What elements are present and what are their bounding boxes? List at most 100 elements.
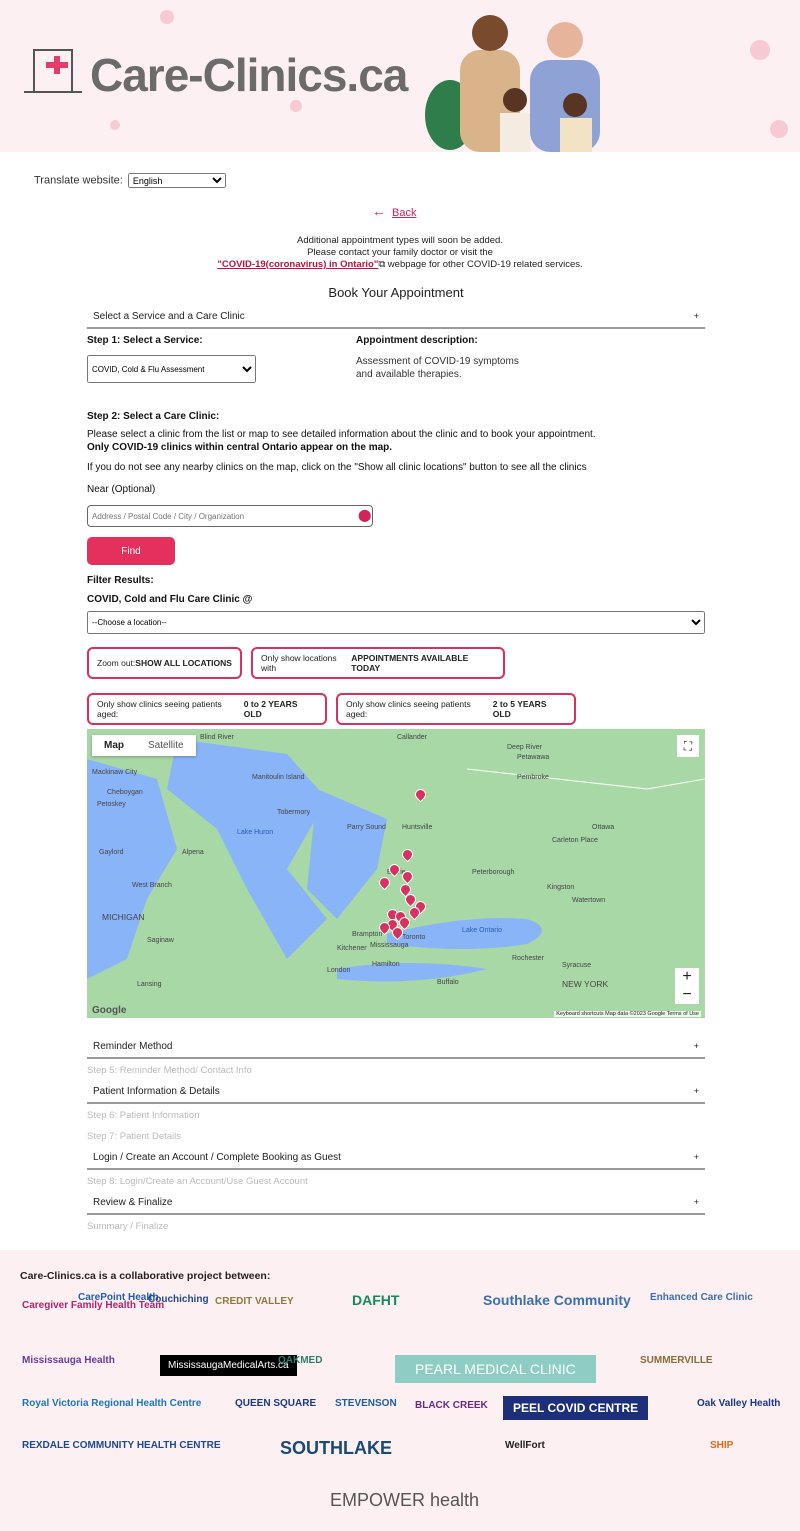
map-label: Lake Ontario <box>462 927 503 934</box>
accordion-section[interactable]: Login / Create an Account / Complete Boo… <box>87 1148 705 1170</box>
map-label: NEW YORK <box>562 979 609 989</box>
accordion-section[interactable]: Patient Information & Details + <box>87 1082 705 1104</box>
map-label: Toronto <box>402 934 426 941</box>
partner-logo[interactable]: PEEL COVID CENTRE <box>503 1396 649 1420</box>
partner-logo[interactable]: EMPOWER health <box>330 1490 479 1511</box>
clinic-logo-icon <box>24 49 82 93</box>
partner-logo[interactable]: Royal Victoria Regional Health Centre <box>22 1398 201 1409</box>
partner-logo[interactable]: SUMMERVILLE <box>640 1355 713 1366</box>
plus-icon[interactable]: + <box>694 1197 699 1207</box>
partner-logo[interactable]: PEARL MEDICAL CLINIC <box>395 1355 596 1383</box>
partner-logo[interactable]: Southlake Community <box>483 1292 631 1308</box>
map-label: Buffalo <box>437 979 459 986</box>
map-label: Pembroke <box>517 774 549 781</box>
map-label: Huntsville <box>402 824 433 831</box>
plus-icon[interactable]: + <box>694 311 699 321</box>
plus-icon[interactable]: + <box>694 1086 699 1096</box>
accordion-section[interactable]: Review & Finalize + <box>87 1193 705 1215</box>
step-subheading: Summary / Finalize <box>87 1221 169 1232</box>
covid-ontario-link[interactable]: "COVID-19(coronavirus) in Ontario" <box>217 259 378 270</box>
partner-logo[interactable]: Oak Valley Health <box>697 1398 780 1409</box>
map-attribution[interactable]: Keyboard shortcuts Map data ©2023 Google… <box>554 1011 701 1017</box>
tab-satellite[interactable]: Satellite <box>136 735 196 756</box>
partner-logo[interactable]: OAKMED <box>278 1355 322 1366</box>
accordion-section[interactable]: Reminder Method + <box>87 1037 705 1059</box>
service-select[interactable]: COVID, Cold & Flu Assessment <box>87 355 256 383</box>
partner-logo[interactable]: STEVENSON <box>335 1398 397 1409</box>
step2-label: Step 2: Select a Care Clinic: <box>87 411 220 422</box>
age-2-5-button[interactable]: Only show clinics seeing patients aged: … <box>336 693 576 725</box>
partner-logo[interactable]: WellFort <box>505 1440 545 1451</box>
notice: Additional appointment types will soon b… <box>0 235 800 271</box>
arrow-left-icon: ← <box>372 203 386 219</box>
plus-icon[interactable]: + <box>694 1041 699 1051</box>
tab-map[interactable]: Map <box>92 735 136 756</box>
section-title: Patient Information & Details <box>93 1086 220 1097</box>
map-label: Syracuse <box>562 962 592 969</box>
step-subheading: Step 7: Patient Details <box>87 1131 181 1142</box>
map-label: Parry Sound <box>347 824 386 831</box>
partner-logo[interactable]: CarePoint Health <box>78 1292 159 1303</box>
filter-label: Filter Results: <box>87 575 154 586</box>
show-all-locations-button[interactable]: Zoom out: SHOW ALL LOCATIONS <box>87 647 242 679</box>
location-select[interactable]: --Choose a location-- <box>87 611 705 634</box>
clinic-map[interactable]: Map Satellite ⛶ + − Google Keyboard shor… <box>87 729 705 1018</box>
site-logo[interactable]: Care-Clinics.ca <box>90 48 408 102</box>
notice-line: webpage for other COVID-19 related servi… <box>385 259 583 270</box>
back-link[interactable]: Back <box>392 207 416 219</box>
partner-logo[interactable]: BLACK CREEK <box>415 1400 488 1411</box>
map-label: Lansing <box>137 981 162 988</box>
map-label: Watertown <box>572 897 606 904</box>
map-label: Peterborough <box>472 869 515 876</box>
map-label: Petawawa <box>517 754 550 761</box>
step2-instructions: Please select a clinic from the list or … <box>87 429 596 453</box>
partner-logo[interactable]: QUEEN SQUARE <box>235 1398 316 1409</box>
map-label: Hamilton <box>372 961 400 968</box>
section-title: Select a Service and a Care Clinic <box>93 311 245 322</box>
step-subheading: Step 5: Reminder Method/ Contact Info <box>87 1065 252 1076</box>
partner-logo[interactable]: DAFHT <box>352 1292 399 1308</box>
find-button[interactable]: Find <box>87 537 175 565</box>
step2-hint: If you do not see any nearby clinics on … <box>87 462 587 473</box>
translate-label: Translate website: <box>34 174 123 187</box>
footer: Care-Clinics.ca is a collaborative proje… <box>0 1250 800 1531</box>
zoom-out-button[interactable]: − <box>675 986 699 1004</box>
age-0-2-button[interactable]: Only show clinics seeing patients aged: … <box>87 693 327 725</box>
map-label: Alpena <box>182 849 204 856</box>
map-label: Saginaw <box>147 937 174 944</box>
map-label: Carleton Place <box>552 837 598 844</box>
plus-icon[interactable]: + <box>694 1152 699 1162</box>
partner-logo[interactable]: MississaugaMedicalArts.ca <box>160 1355 297 1376</box>
language-select[interactable]: English <box>127 173 226 188</box>
partner-logo[interactable]: SOUTHLAKE <box>280 1438 392 1459</box>
section-select-service[interactable]: Select a Service and a Care Clinic + <box>87 307 705 329</box>
fullscreen-icon[interactable]: ⛶ <box>677 735 699 757</box>
partner-logo[interactable]: Mississauga Health <box>22 1355 115 1366</box>
address-input[interactable] <box>87 505 373 527</box>
description-label: Appointment description: <box>356 335 478 346</box>
google-logo: Google <box>92 1005 127 1016</box>
section-title: Reminder Method <box>93 1041 173 1052</box>
header-banner: Care-Clinics.ca <box>0 0 800 152</box>
map-label: Rochester <box>512 955 544 962</box>
partner-logo[interactable]: REXDALE COMMUNITY HEALTH CENTRE <box>22 1440 221 1451</box>
map-label: Deep River <box>507 744 543 751</box>
map-label: Blind River <box>200 734 234 741</box>
partner-logo[interactable]: SHIP <box>710 1440 733 1451</box>
section-title: Review & Finalize <box>93 1197 173 1208</box>
map-label: MICHIGAN <box>102 912 145 922</box>
partner-logo[interactable]: Enhanced Care Clinic <box>650 1292 753 1303</box>
map-label: Ottawa <box>592 824 615 831</box>
map-label: Brampton <box>352 931 383 938</box>
zoom-controls: + − <box>675 968 699 1004</box>
zoom-in-button[interactable]: + <box>675 968 699 986</box>
map-label: Cheboygan <box>107 789 143 796</box>
partner-logo[interactable]: Couchiching <box>148 1294 209 1305</box>
footer-title: Care-Clinics.ca is a collaborative proje… <box>20 1270 271 1282</box>
map-label: Gaylord <box>99 849 124 856</box>
partner-logo[interactable]: CREDIT VALLEY <box>215 1296 294 1307</box>
description-text: Assessment of COVID-19 symptoms and avail… <box>356 356 519 380</box>
location-pin-icon[interactable]: ⬤ <box>358 508 371 522</box>
available-today-button[interactable]: Only show locations with APPOINTMENTS AV… <box>251 647 505 679</box>
map-label: Kingston <box>547 884 575 891</box>
